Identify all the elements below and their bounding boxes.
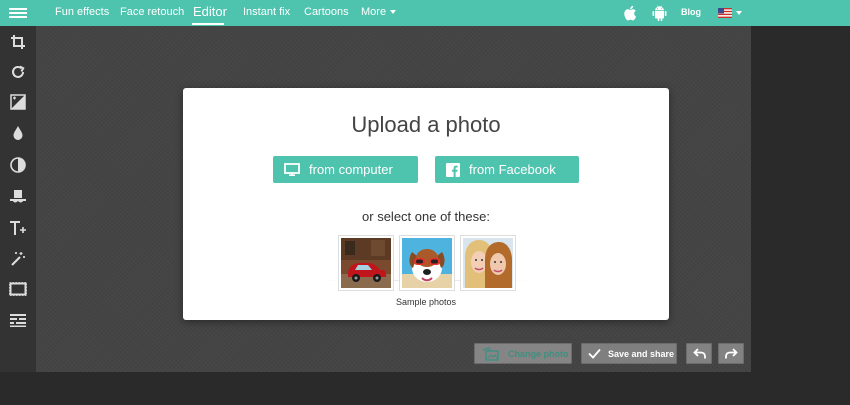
change-photo-label: Change photo bbox=[508, 348, 569, 359]
chevron-down-icon bbox=[390, 10, 397, 15]
nav-cartoons[interactable]: Cartoons bbox=[304, 0, 349, 26]
sample-photo-car[interactable] bbox=[338, 235, 394, 291]
us-flag-icon bbox=[718, 8, 732, 18]
exposure-icon[interactable] bbox=[0, 87, 36, 117]
checkmark-icon bbox=[588, 348, 601, 359]
apple-icon[interactable] bbox=[620, 0, 640, 26]
contrast-icon[interactable] bbox=[0, 150, 36, 180]
undo-icon bbox=[692, 348, 706, 359]
texture-icon[interactable] bbox=[0, 305, 36, 335]
nav-instant-fix[interactable]: Instant fix bbox=[243, 0, 290, 26]
nav-blog[interactable]: Blog bbox=[681, 0, 701, 26]
drop-icon[interactable] bbox=[0, 118, 36, 148]
dialog-title: Upload a photo bbox=[351, 112, 501, 137]
top-nav-bar: Fun effects Face retouch Editor Instant … bbox=[0, 0, 850, 26]
undo-button[interactable] bbox=[686, 343, 712, 364]
chevron-down-icon bbox=[736, 11, 742, 15]
redo-button[interactable] bbox=[718, 343, 744, 364]
upload-from-computer-button[interactable]: from computer bbox=[273, 156, 418, 183]
right-panel-background bbox=[751, 26, 850, 405]
save-and-share-label: Save and share bbox=[608, 348, 675, 359]
rotate-icon[interactable] bbox=[0, 57, 36, 87]
save-and-share-button[interactable]: Save and share bbox=[581, 343, 677, 364]
nav-fun-effects[interactable]: Fun effects bbox=[55, 0, 109, 26]
language-selector[interactable] bbox=[716, 0, 744, 26]
nav-face-retouch[interactable]: Face retouch bbox=[120, 0, 184, 26]
crop-icon[interactable] bbox=[0, 27, 36, 57]
left-toolbar bbox=[0, 26, 36, 372]
hat-icon[interactable] bbox=[0, 181, 36, 211]
frame-icon[interactable] bbox=[0, 274, 36, 304]
android-icon[interactable] bbox=[649, 0, 669, 26]
hamburger-menu-icon[interactable] bbox=[0, 0, 36, 26]
sample-photos-caption: Sample photos bbox=[395, 297, 457, 307]
active-tab-indicator bbox=[192, 23, 224, 25]
sample-photo-dog[interactable] bbox=[399, 235, 455, 291]
photo-stack-icon bbox=[482, 346, 500, 361]
upload-from-facebook-label: from Facebook bbox=[469, 162, 556, 177]
upload-from-computer-label: from computer bbox=[309, 162, 393, 177]
select-sample-text: or select one of these: bbox=[362, 209, 490, 224]
sample-photo-girls[interactable] bbox=[460, 235, 516, 291]
nav-more-label: More bbox=[361, 6, 387, 18]
redo-icon bbox=[724, 348, 738, 359]
upload-from-facebook-button[interactable]: from Facebook bbox=[435, 156, 579, 183]
change-photo-button[interactable]: Change photo bbox=[474, 343, 572, 364]
text-icon[interactable] bbox=[0, 213, 36, 243]
facebook-icon bbox=[446, 162, 460, 177]
magic-wand-icon[interactable] bbox=[0, 244, 36, 274]
monitor-icon bbox=[284, 163, 300, 176]
upload-dialog: Upload a photo from computer from Facebo… bbox=[183, 88, 669, 320]
nav-more[interactable]: More bbox=[361, 0, 397, 26]
